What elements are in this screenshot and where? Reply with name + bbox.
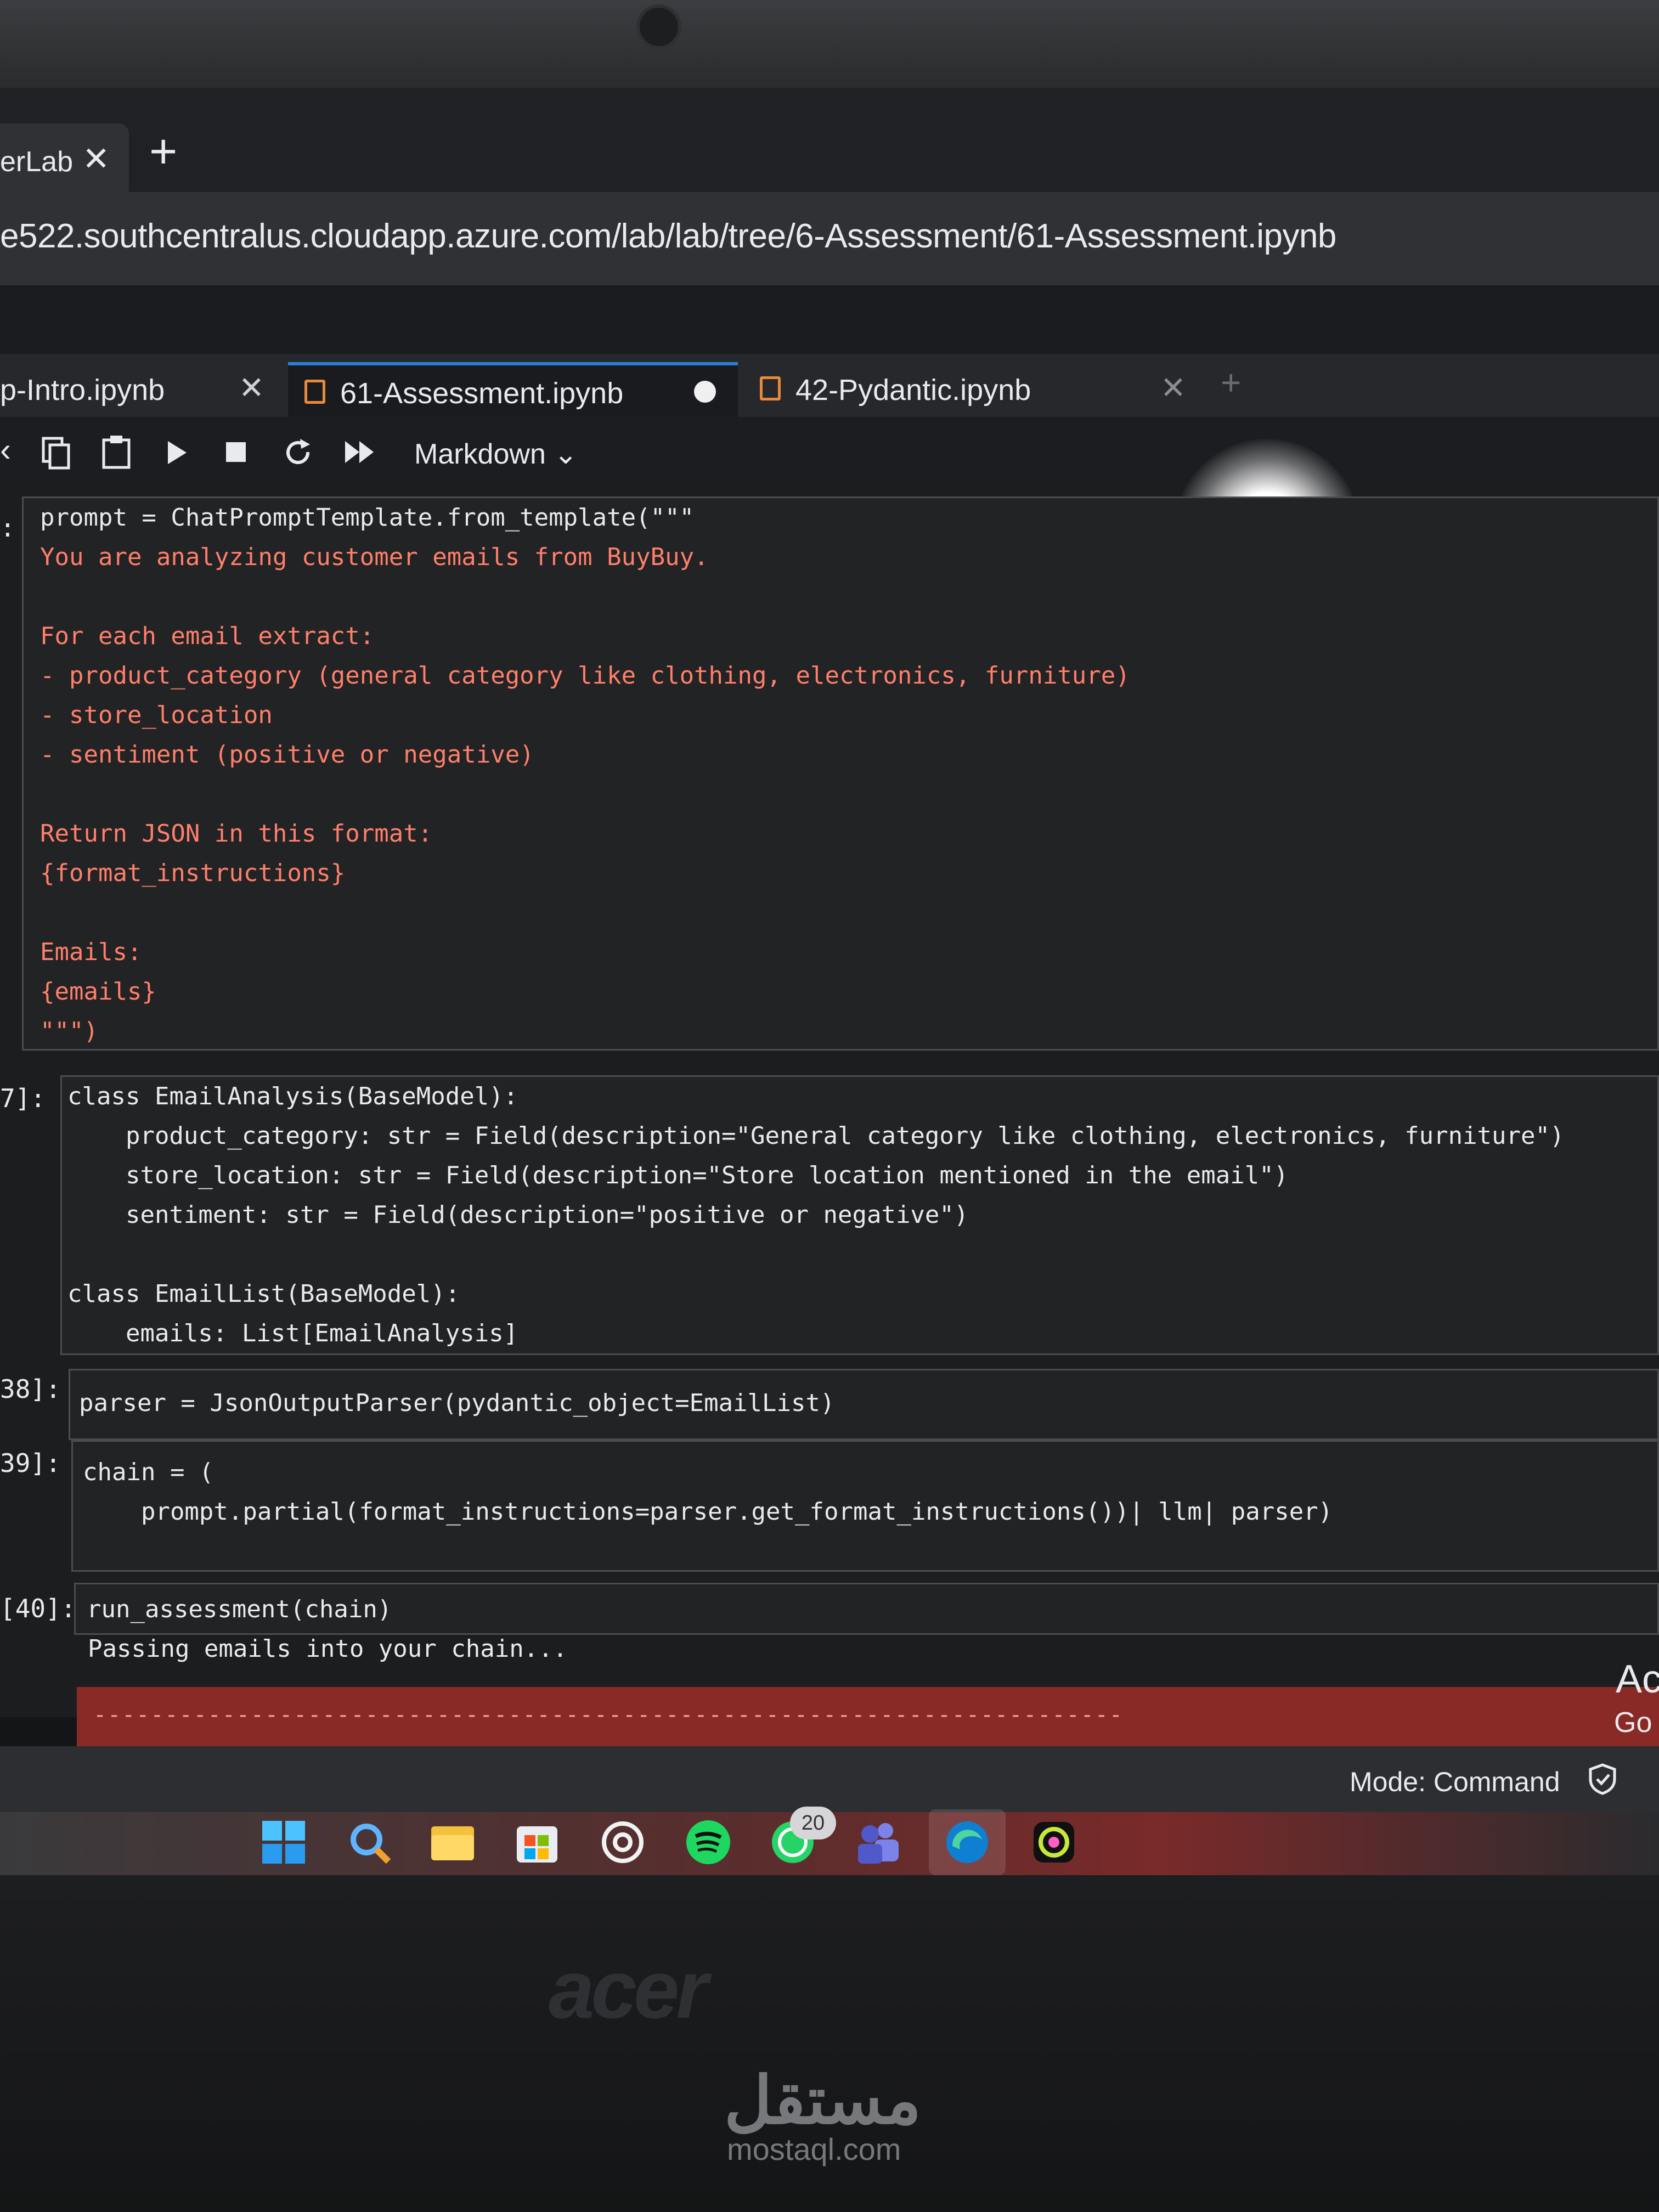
notebook-toolbar: ‹ Markdown ⌄ bbox=[0, 417, 1659, 489]
teams-icon[interactable] bbox=[855, 1819, 902, 1866]
cell-code[interactable]: parser = JsonOutputParser(pydantic_objec… bbox=[79, 1384, 835, 1423]
stop-icon[interactable] bbox=[225, 441, 247, 463]
tab-label: 42-Pydantic.ipynb bbox=[795, 374, 1031, 407]
whatsapp-badge: 20 bbox=[790, 1807, 836, 1839]
activate-windows-title: Ac bbox=[1616, 1657, 1659, 1701]
code-cell[interactable]: parser = JsonOutputParser(pydantic_objec… bbox=[69, 1369, 1659, 1440]
unsaved-dot-icon[interactable] bbox=[694, 381, 716, 403]
chatgpt-icon[interactable] bbox=[599, 1819, 646, 1866]
jupyterlab-header bbox=[0, 285, 1659, 354]
code-cell[interactable]: prompt = ChatPromptTemplate.from_templat… bbox=[22, 496, 1659, 1051]
cell-prompt: 39]: bbox=[0, 1448, 61, 1478]
watermark-latin: mostaql.com bbox=[727, 2132, 901, 2166]
file-explorer-icon[interactable] bbox=[429, 1819, 476, 1866]
error-output: ----------------------------------------… bbox=[77, 1687, 1659, 1746]
copilot-icon[interactable] bbox=[1030, 1819, 1077, 1866]
code-cell[interactable]: class EmailAnalysis(BaseModel): product_… bbox=[60, 1075, 1659, 1355]
error-rule: ----------------------------------------… bbox=[93, 1702, 1124, 1728]
new-launcher-button[interactable]: + bbox=[1221, 362, 1241, 403]
tab-label: 61-Assessment.ipynb bbox=[340, 377, 624, 410]
new-tab-button[interactable]: + bbox=[149, 127, 177, 176]
chevron-down-icon: ⌄ bbox=[554, 438, 578, 470]
cell-type-select[interactable]: Markdown ⌄ bbox=[414, 438, 578, 471]
code-cell[interactable]: run_assessment(chain) bbox=[74, 1583, 1659, 1635]
shield-icon[interactable] bbox=[1588, 1763, 1617, 1796]
cell-prompt: [40]: bbox=[0, 1594, 76, 1623]
tab-pydantic-notebook[interactable]: 42-Pydantic.ipynb ✕ bbox=[743, 362, 1204, 417]
browser-tab-strip bbox=[0, 88, 1659, 192]
cell-prompt: 38]: bbox=[0, 1374, 61, 1404]
cell-code[interactable]: chain = ( prompt.partial(format_instruct… bbox=[83, 1453, 1333, 1532]
tab-label: p-Intro.ipynb bbox=[0, 374, 165, 407]
cell-type-value: Markdown bbox=[414, 438, 546, 470]
webcam bbox=[636, 4, 681, 49]
spotify-icon[interactable] bbox=[685, 1819, 732, 1866]
microsoft-store-icon[interactable] bbox=[514, 1819, 561, 1866]
address-bar[interactable]: e522.southcentralus.cloudapp.azure.com/l… bbox=[0, 192, 1659, 287]
cut-icon[interactable]: ‹ bbox=[0, 433, 11, 466]
close-icon[interactable]: ✕ bbox=[1160, 370, 1186, 406]
status-bar: Mode: Command bbox=[0, 1746, 1659, 1812]
run-icon[interactable] bbox=[165, 439, 189, 466]
cell-code[interactable]: prompt = ChatPromptTemplate.from_templat… bbox=[40, 498, 1130, 1051]
browser-tab-title: erLab bbox=[0, 146, 73, 178]
windows-start-icon[interactable] bbox=[260, 1819, 307, 1866]
laptop-brand-logo: acer bbox=[549, 1943, 708, 2035]
close-icon[interactable]: ✕ bbox=[82, 140, 110, 178]
edge-icon[interactable] bbox=[944, 1819, 991, 1866]
close-icon[interactable]: ✕ bbox=[239, 370, 264, 406]
code-cell[interactable]: chain = ( prompt.partial(format_instruct… bbox=[71, 1440, 1659, 1572]
watermark-arabic: مستقل bbox=[724, 2064, 922, 2137]
url-text[interactable]: e522.southcentralus.cloudapp.azure.com/l… bbox=[0, 217, 1336, 256]
notebook-icon bbox=[304, 380, 325, 404]
cell-code[interactable]: class EmailAnalysis(BaseModel): product_… bbox=[67, 1077, 1565, 1353]
notebook-icon bbox=[760, 376, 781, 400]
restart-icon[interactable] bbox=[283, 437, 313, 467]
run-all-icon[interactable] bbox=[343, 439, 378, 465]
tab-intro-notebook[interactable]: p-Intro.ipynb ✕ bbox=[0, 362, 285, 417]
cell-output: Passing emails into your chain... bbox=[88, 1635, 568, 1663]
mode-indicator[interactable]: Mode: Command bbox=[1350, 1766, 1560, 1798]
activate-windows-sub: Go bbox=[1614, 1707, 1652, 1739]
cell-code[interactable]: run_assessment(chain) bbox=[87, 1590, 392, 1629]
search-icon[interactable] bbox=[346, 1819, 393, 1866]
browser-tab[interactable]: erLab ✕ bbox=[0, 123, 129, 192]
copy-icon[interactable] bbox=[41, 436, 72, 470]
laptop-bezel-top bbox=[0, 0, 1659, 88]
cell-prompt: 7]: bbox=[0, 1084, 46, 1113]
tab-assessment-notebook[interactable]: 61-Assessment.ipynb bbox=[288, 362, 738, 420]
cell-prompt: : bbox=[0, 513, 15, 543]
paste-icon[interactable] bbox=[101, 435, 132, 470]
